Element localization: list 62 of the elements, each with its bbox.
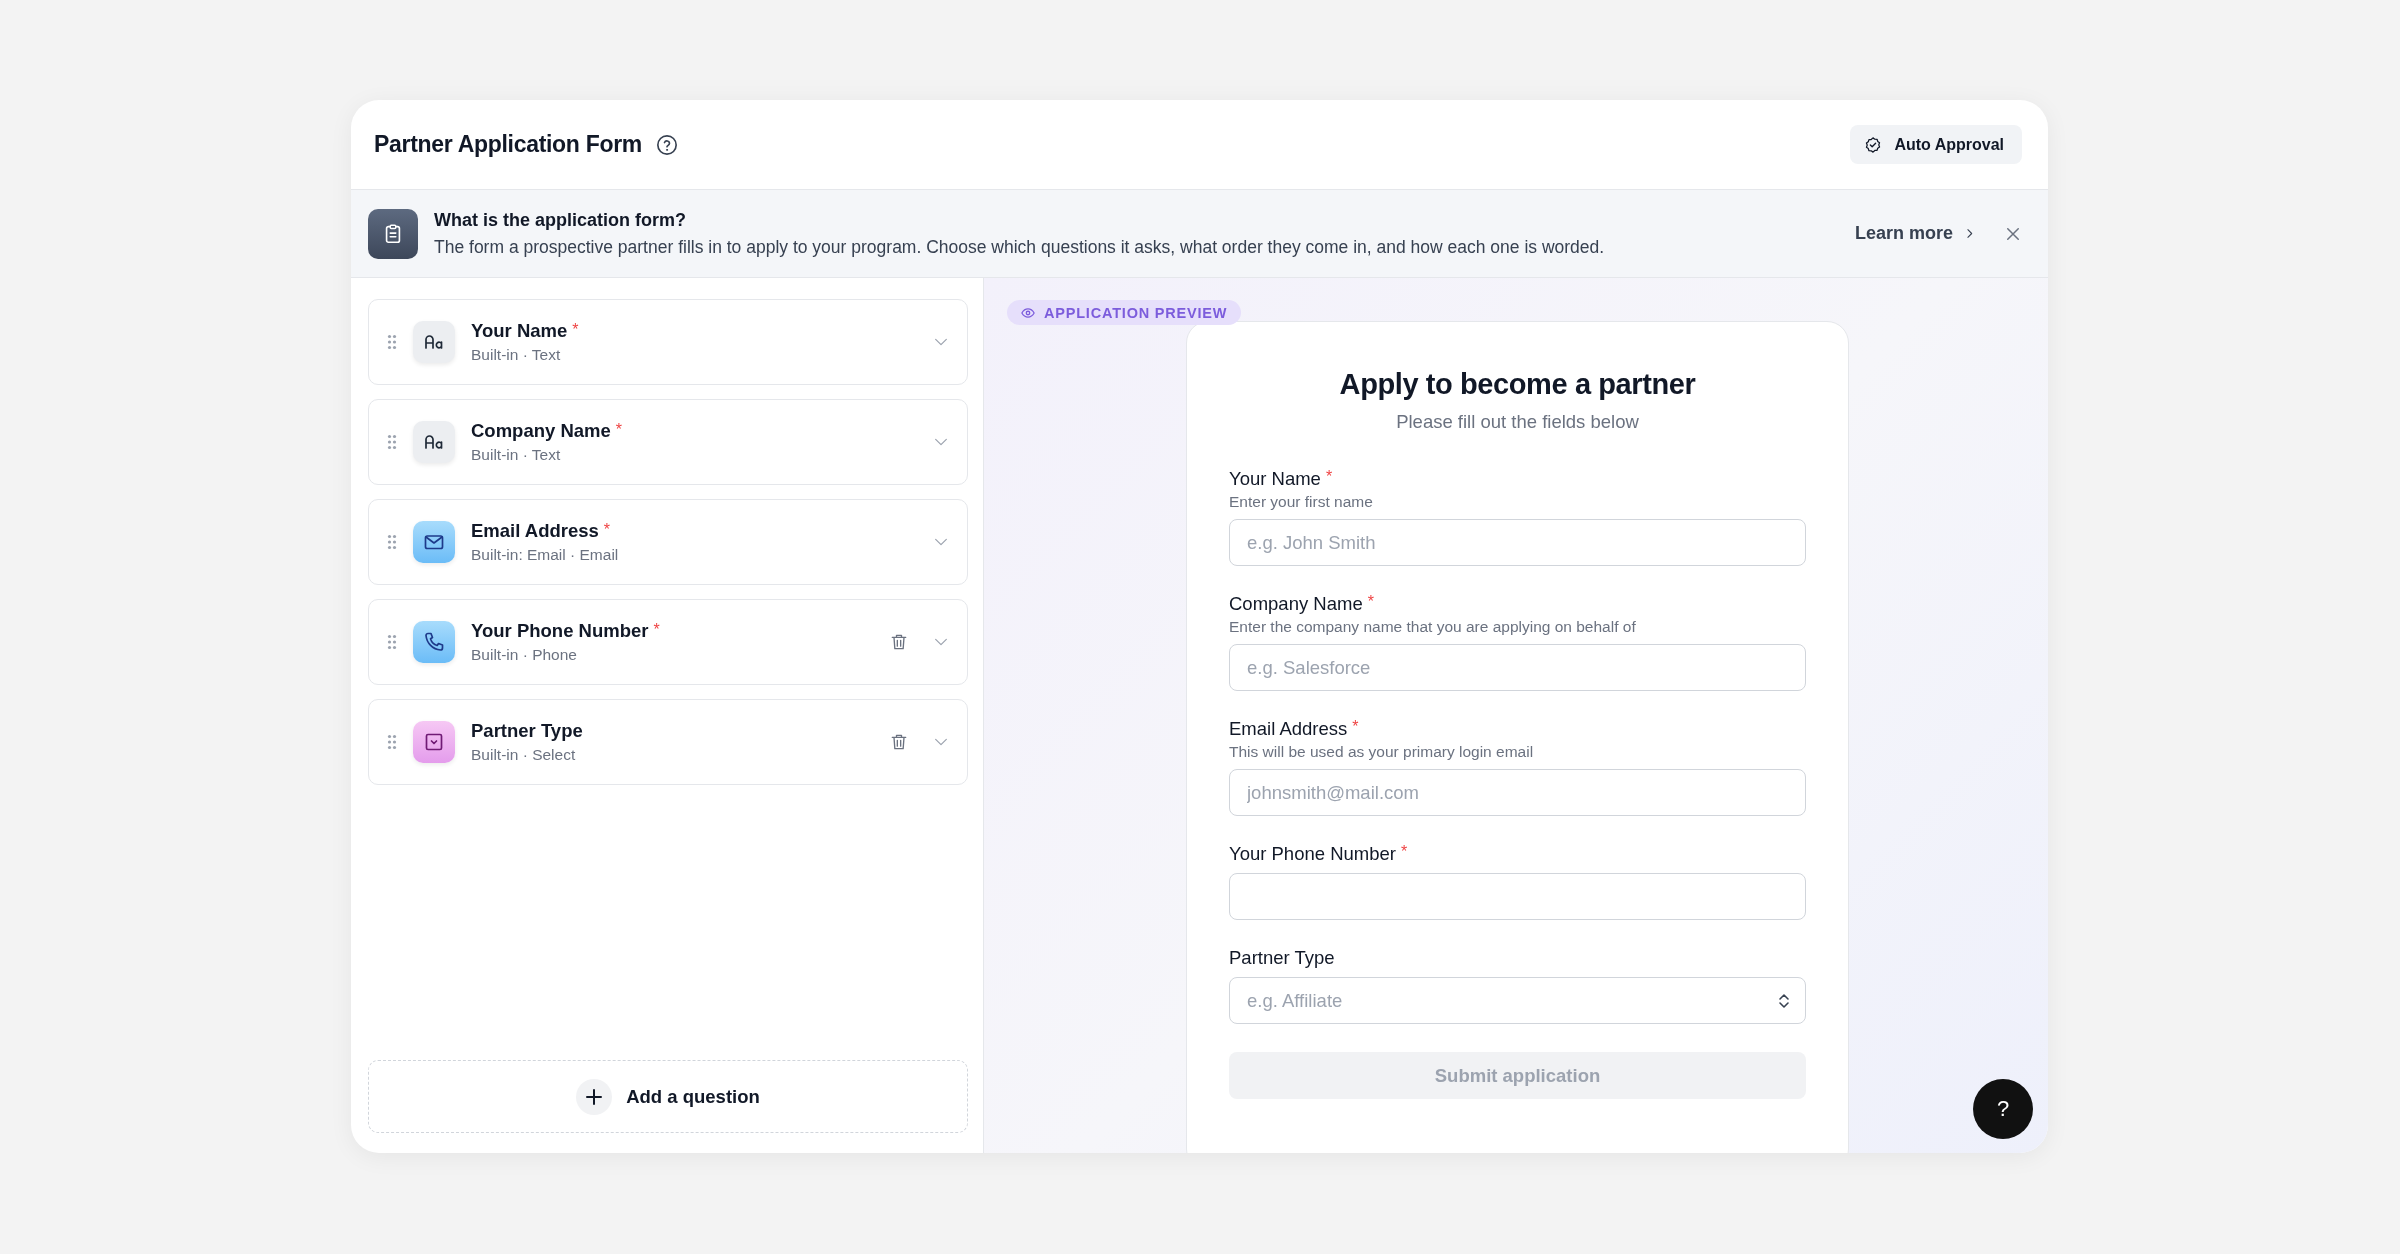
required-marker: * [615, 422, 623, 438]
trash-icon[interactable] [889, 732, 909, 752]
text-type-icon [413, 421, 455, 463]
field-label: Your Phone Number [1229, 842, 1396, 866]
required-marker: * [653, 622, 660, 638]
drag-handle-icon [387, 534, 397, 550]
plus-icon [576, 1078, 613, 1115]
question-type: Built-in · Select [471, 746, 577, 764]
clipboard-icon [368, 208, 418, 259]
field-hint: Enter your first name [1229, 492, 1374, 512]
field-hint: This will be used as your primary login email [1229, 742, 1535, 762]
input-field[interactable]: e.g. Salesforce [1229, 644, 1806, 691]
field-label: Partner Type [1229, 946, 1335, 970]
trash-icon[interactable] [889, 632, 909, 652]
question-type: Built-in · Phone [471, 646, 578, 664]
question-card[interactable]: Partner Type Built-in · Select [368, 699, 968, 785]
form-subheading: Please fill out the fields below [1395, 411, 1640, 433]
required-marker: * [1367, 594, 1374, 610]
question-type: Built-in · Text [471, 346, 562, 364]
question-title: Company Name [471, 420, 611, 442]
drag-handle-icon [387, 734, 397, 750]
dropdown-icon [413, 721, 455, 763]
sort-arrows-icon [1777, 991, 1791, 1010]
required-marker: * [572, 322, 579, 338]
required-marker: * [1400, 844, 1408, 860]
required-marker: * [1325, 469, 1333, 485]
question-type: Built-in: Email · Email [471, 546, 620, 564]
add-question-button[interactable]: Add a question [368, 1060, 968, 1133]
question-card[interactable]: Email Address * Built-in: Email · Email [368, 499, 968, 585]
question-title: Your Name [471, 320, 568, 342]
field-label: Company Name [1229, 592, 1363, 616]
field-hint: Enter the company name that you are applying on behalf of [1229, 617, 1637, 637]
drag-handle-icon [387, 434, 397, 450]
text-type-icon [413, 321, 455, 363]
drag-handle-icon [387, 634, 397, 650]
help-button[interactable]: ? [1973, 1079, 2033, 1139]
required-marker: * [1352, 719, 1359, 735]
question-title: Email Address [471, 520, 599, 542]
window-title: Partner Application Form [374, 131, 642, 158]
banner-title: What is the application form? [434, 209, 687, 231]
question-card[interactable]: Your Phone Number * Built-in · Phone [368, 599, 968, 685]
required-marker: * [603, 522, 611, 538]
auto-approval-button[interactable]: Auto Approval [1850, 125, 2022, 164]
banner-description: The form a prospective partner fills in to apply to your program. Choose which questions it asks, what order they come in, and how each one is worded. [434, 236, 1605, 258]
help-icon [656, 133, 678, 156]
learn-more-link[interactable]: Learn more [1854, 223, 1976, 244]
question-card[interactable]: Company Name * Built-in · Text [368, 399, 968, 485]
question-title: Your Phone Number [471, 620, 649, 642]
eye-icon [1021, 305, 1035, 320]
field-label: Email Address [1229, 717, 1348, 741]
form-heading: Apply to become a partner [1338, 368, 1697, 401]
question-title: Partner Type [471, 720, 583, 742]
badge-label: APPLICATION PREVIEW [1044, 304, 1228, 321]
input-field[interactable]: e.g. John Smith [1229, 519, 1806, 566]
input-field[interactable]: johnsmith@mail.com [1229, 769, 1806, 816]
question-type: Built-in · Text [471, 446, 562, 464]
phone-icon [413, 621, 455, 663]
input-field[interactable] [1229, 873, 1806, 920]
envelope-icon [413, 521, 455, 563]
question-card[interactable]: Your Name * Built-in · Text [368, 299, 968, 385]
drag-handle-icon [387, 334, 397, 350]
field-label: Your Name [1229, 467, 1321, 491]
